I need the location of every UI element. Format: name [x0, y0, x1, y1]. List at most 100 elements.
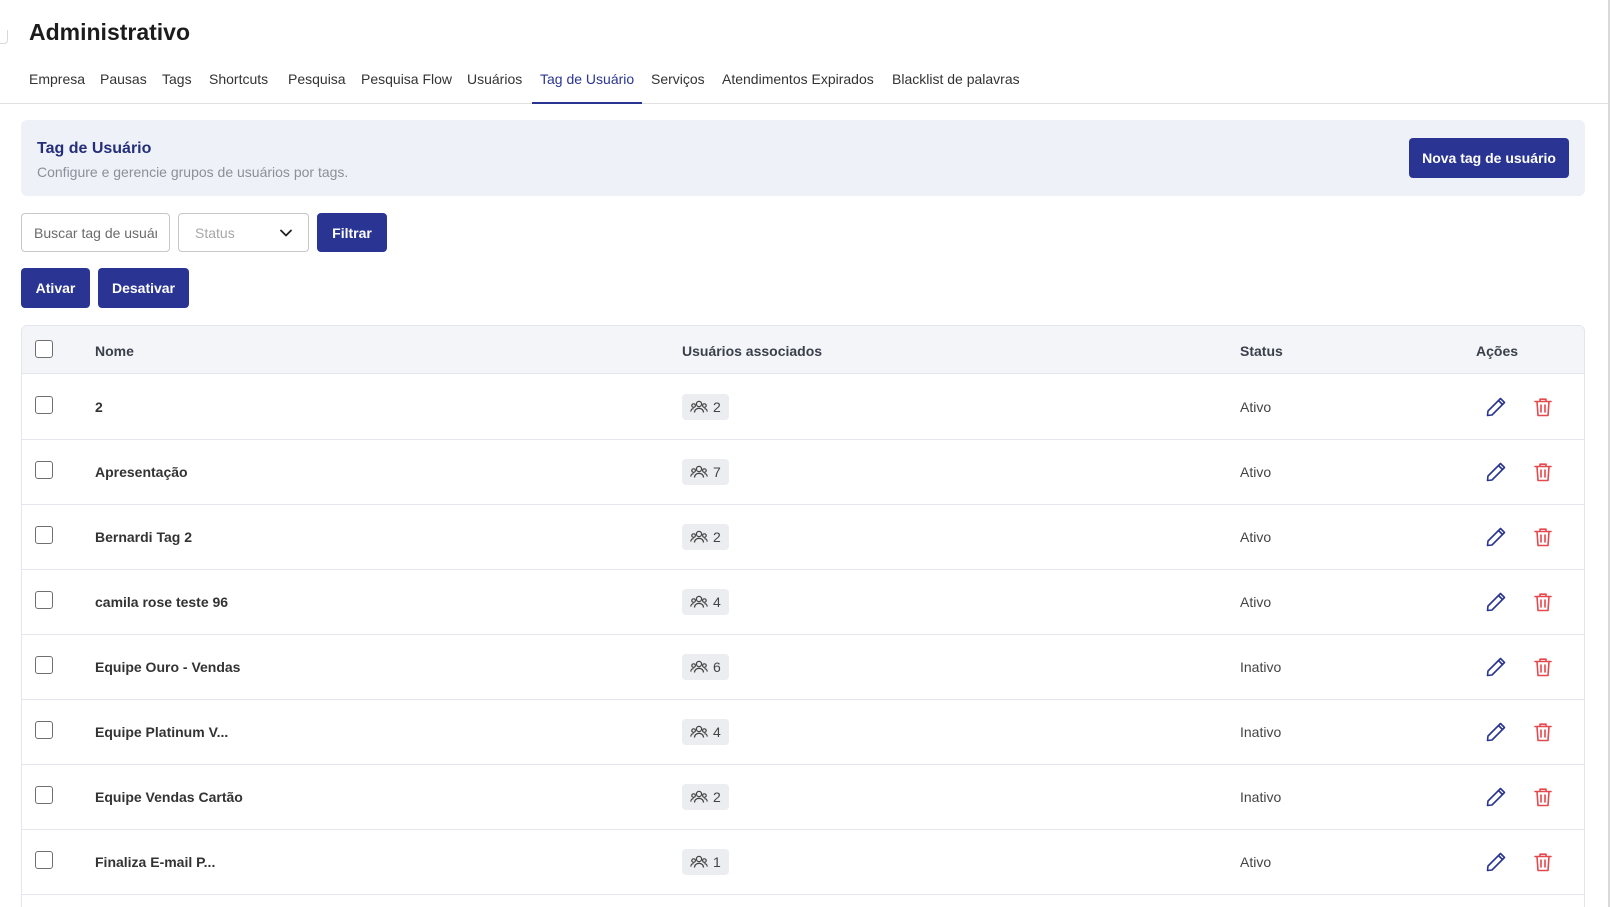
users-group-icon — [690, 399, 708, 415]
delete-button[interactable] — [1531, 655, 1555, 679]
users-group-icon — [690, 789, 708, 805]
pencil-icon — [1484, 722, 1508, 748]
deactivate-button[interactable]: Desativar — [98, 268, 189, 308]
sidebar-handle — [0, 30, 8, 44]
edit-button[interactable] — [1484, 850, 1508, 874]
delete-button[interactable] — [1531, 590, 1555, 614]
trash-icon — [1531, 463, 1555, 488]
tab-blacklist-de-palavras[interactable]: Blacklist de palavras — [892, 64, 1020, 104]
tab-pesquisa[interactable]: Pesquisa — [288, 64, 346, 104]
status-text: Ativo — [1240, 854, 1272, 870]
tab-usuarios[interactable]: Usuários — [467, 64, 522, 104]
users-count: 1 — [713, 854, 721, 870]
search-input[interactable] — [21, 213, 170, 252]
column-header-status: Status — [1240, 343, 1283, 359]
pencil-icon — [1484, 852, 1508, 878]
status-text: Ativo — [1240, 399, 1272, 415]
row-checkbox[interactable] — [35, 396, 53, 414]
trash-icon — [1531, 593, 1555, 618]
pencil-icon — [1484, 462, 1508, 488]
row-checkbox[interactable] — [35, 461, 53, 479]
column-header-users: Usuários associados — [682, 343, 823, 359]
tab-servicos[interactable]: Serviços — [651, 64, 705, 104]
delete-button[interactable] — [1531, 525, 1555, 549]
tab-tag-de-usuario[interactable]: Tag de Usuário — [531, 64, 643, 104]
status-select[interactable]: Status — [178, 213, 309, 252]
table-row: 2 2 Ativo — [22, 375, 1584, 440]
status-select-placeholder: Status — [195, 225, 235, 241]
edit-button[interactable] — [1484, 525, 1508, 549]
users-count-badge: 1 — [682, 849, 729, 875]
row-checkbox[interactable] — [35, 721, 53, 739]
row-checkbox[interactable] — [35, 656, 53, 674]
filter-button[interactable]: Filtrar — [317, 213, 387, 252]
users-group-icon — [690, 529, 708, 545]
select-all-checkbox[interactable] — [35, 340, 53, 358]
trash-icon — [1531, 853, 1555, 878]
edit-button[interactable] — [1484, 785, 1508, 809]
users-group-icon — [690, 464, 708, 480]
edit-button[interactable] — [1484, 655, 1508, 679]
users-group-icon — [690, 854, 708, 870]
status-text: Ativo — [1240, 594, 1272, 610]
trash-icon — [1531, 788, 1555, 813]
status-text: Inativo — [1240, 659, 1282, 675]
status-text: Ativo — [1240, 529, 1272, 545]
tab-empresa[interactable]: Empresa — [29, 64, 85, 104]
delete-button[interactable] — [1531, 850, 1555, 874]
trash-icon — [1531, 658, 1555, 683]
users-count-badge: 4 — [682, 589, 729, 615]
pencil-icon — [1484, 527, 1508, 553]
tab-shortcuts[interactable]: Shortcuts — [209, 64, 268, 104]
table-row: Finaliza E-mail P... 1 Ativo — [22, 830, 1584, 895]
tab-pausas[interactable]: Pausas — [100, 64, 147, 104]
edit-button[interactable] — [1484, 720, 1508, 744]
user-tags-table: Nome Usuários associados Status Ações 22… — [21, 325, 1585, 907]
table-row: camila rose teste 96 4 Ativo — [22, 570, 1584, 635]
column-header-actions: Ações — [1476, 343, 1519, 359]
tab-pesquisa-flow[interactable]: Pesquisa Flow — [361, 64, 452, 104]
pencil-icon — [1484, 787, 1508, 813]
users-group-icon — [690, 724, 708, 740]
delete-button[interactable] — [1531, 785, 1555, 809]
status-text: Inativo — [1240, 789, 1282, 805]
tag-name: 2 — [95, 399, 103, 415]
new-user-tag-button[interactable]: Nova tag de usuário — [1409, 138, 1569, 178]
row-checkbox[interactable] — [35, 851, 53, 869]
table-row: Equipe Vendas Cartão 2 Inativo — [22, 765, 1584, 830]
row-checkbox[interactable] — [35, 786, 53, 804]
users-count-badge: 2 — [682, 394, 729, 420]
table-header: Nome Usuários associados Status Ações — [22, 326, 1584, 374]
activate-button[interactable]: Ativar — [21, 268, 90, 308]
delete-button[interactable] — [1531, 395, 1555, 419]
row-checkbox[interactable] — [35, 591, 53, 609]
trash-icon — [1531, 723, 1555, 748]
table-row: Apresentação 7 Ativo — [22, 440, 1584, 505]
edit-button[interactable] — [1484, 395, 1508, 419]
users-count: 7 — [713, 464, 721, 480]
column-header-name: Nome — [95, 343, 134, 359]
pencil-icon — [1484, 592, 1508, 618]
table-row: Equipe Platinum V... 4 Inativo — [22, 700, 1584, 765]
users-count: 2 — [713, 789, 721, 805]
users-count-badge: 4 — [682, 719, 729, 745]
section-subtitle: Configure e gerencie grupos de usuários … — [37, 164, 349, 180]
tab-tags[interactable]: Tags — [162, 64, 192, 104]
edit-button[interactable] — [1484, 460, 1508, 484]
delete-button[interactable] — [1531, 720, 1555, 744]
pencil-icon — [1484, 397, 1508, 423]
edit-button[interactable] — [1484, 590, 1508, 614]
tab-atendimentos-expirados[interactable]: Atendimentos Expirados — [722, 64, 874, 104]
pencil-icon — [1484, 657, 1508, 683]
status-text: Ativo — [1240, 464, 1272, 480]
users-group-icon — [690, 594, 708, 610]
tag-name: Equipe Platinum V... — [95, 724, 229, 740]
status-text: Inativo — [1240, 724, 1282, 740]
tag-name: Bernardi Tag 2 — [95, 529, 192, 545]
delete-button[interactable] — [1531, 460, 1555, 484]
table-row: Equipe Ouro - Vendas 6 Inativo — [22, 635, 1584, 700]
users-count: 4 — [713, 724, 721, 740]
users-count-badge: 7 — [682, 459, 729, 485]
row-checkbox[interactable] — [35, 526, 53, 544]
trash-icon — [1531, 398, 1555, 423]
